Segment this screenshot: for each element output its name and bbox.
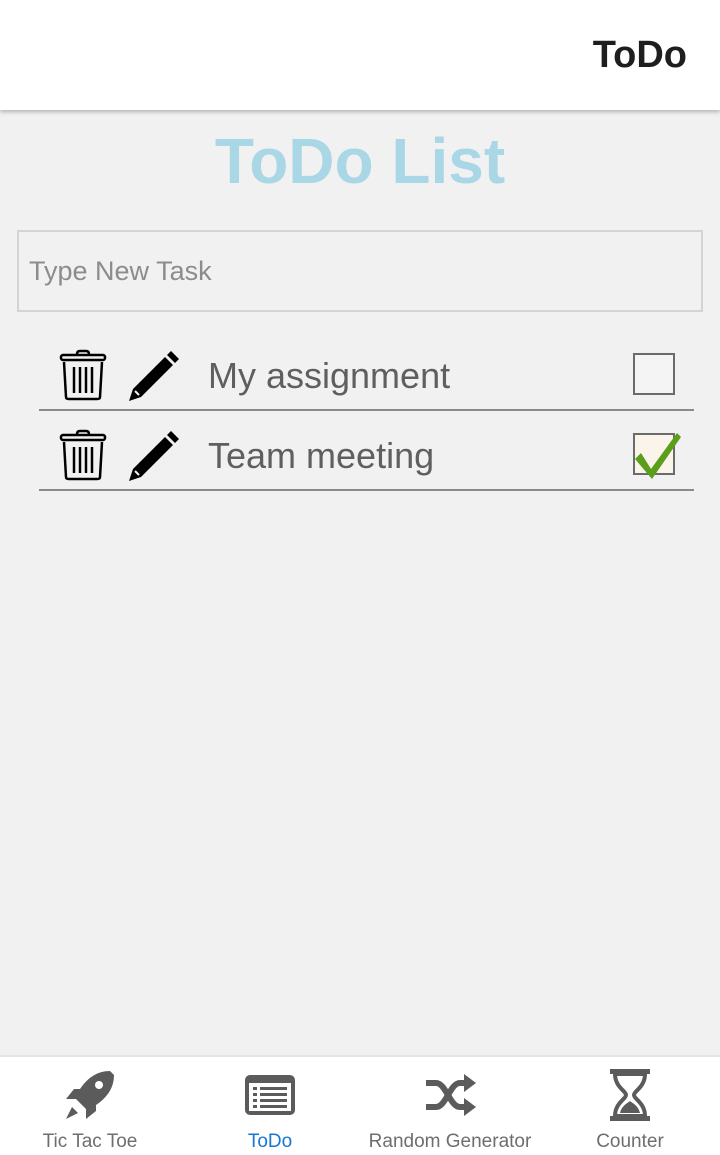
- pencil-icon[interactable]: [127, 431, 179, 483]
- page-title: ToDo List: [214, 125, 506, 197]
- new-task-input[interactable]: [17, 230, 703, 312]
- nav-item-tic-tac-toe[interactable]: Tic Tac Toe: [0, 1057, 180, 1155]
- hourglass-icon: [610, 1069, 650, 1121]
- nav-item-todo[interactable]: ToDo: [180, 1057, 360, 1155]
- task-label: My assignment: [208, 355, 451, 396]
- task-label: Team meeting: [208, 435, 435, 476]
- task-checkbox[interactable]: [633, 433, 681, 479]
- trash-icon[interactable]: [59, 349, 107, 401]
- shuffle-icon: [426, 1074, 476, 1116]
- nav-label: ToDo: [247, 1131, 293, 1152]
- nav-label: Counter: [596, 1131, 664, 1152]
- task-row: Team meeting: [39, 411, 694, 491]
- nav-label: Tic Tac Toe: [42, 1131, 138, 1152]
- header-title: ToDo: [592, 34, 687, 76]
- trash-icon[interactable]: [59, 429, 107, 481]
- nav-label: Random Generator: [368, 1131, 532, 1152]
- list-icon: [245, 1075, 295, 1115]
- app-header: ToDo: [0, 0, 720, 110]
- task-row: My assignment: [39, 331, 694, 411]
- bottom-nav: Tic Tac Toe ToDo Random Generator Counte…: [0, 1055, 720, 1155]
- nav-item-counter[interactable]: Counter: [540, 1057, 720, 1155]
- checkmark-icon: [635, 433, 681, 479]
- nav-item-random-generator[interactable]: Random Generator: [360, 1057, 540, 1155]
- task-checkbox[interactable]: [633, 353, 675, 395]
- rocket-icon: [66, 1071, 114, 1119]
- pencil-icon[interactable]: [127, 351, 179, 403]
